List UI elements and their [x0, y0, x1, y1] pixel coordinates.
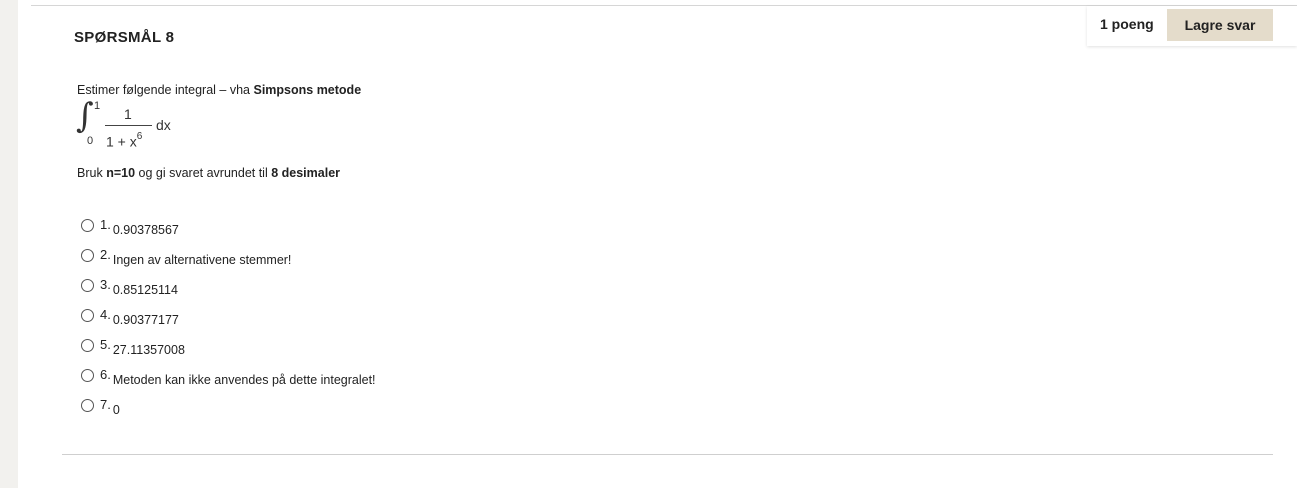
answer-option-1[interactable]: 1. 0.90378567	[81, 216, 376, 246]
integral-sign: ∫	[76, 96, 94, 136]
denominator-base: 1 + x	[106, 133, 137, 150]
option-number: 1.	[100, 217, 111, 232]
instruction-decimals: 8 desimaler	[271, 166, 341, 180]
answer-option-4[interactable]: 4. 0.90377177	[81, 306, 376, 336]
integral-differential: dx	[156, 117, 171, 133]
prompt-text: Estimer følgende integral – vha	[77, 83, 254, 97]
option-number: 4.	[100, 307, 111, 322]
option-text: Ingen av alternativene stemmer!	[112, 253, 292, 267]
fraction-bar	[105, 125, 152, 126]
option-text: 0.90377177	[112, 313, 179, 327]
answer-option-6[interactable]: 6. Metoden kan ikke anvendes på dette in…	[81, 366, 376, 396]
save-answer-button[interactable]: Lagre svar	[1167, 9, 1273, 41]
card-bottom-divider	[62, 454, 1273, 455]
integral-lower-limit: 0	[87, 135, 94, 147]
radio-button[interactable]	[81, 339, 94, 352]
denominator-exponent: 6	[136, 131, 143, 142]
instruction-n: n=10	[106, 166, 136, 180]
option-text: 0	[112, 403, 120, 417]
option-text: 0.85125114	[112, 283, 178, 297]
radio-button[interactable]	[81, 279, 94, 292]
radio-button[interactable]	[81, 219, 94, 232]
radio-button[interactable]	[81, 309, 94, 322]
radio-button[interactable]	[81, 399, 94, 412]
option-number: 3.	[100, 277, 111, 292]
option-number: 2.	[100, 247, 111, 262]
option-number: 7.	[100, 397, 111, 412]
radio-button[interactable]	[81, 369, 94, 382]
option-text: 0.90378567	[112, 223, 179, 237]
integral-upper-limit: 1	[94, 100, 101, 112]
integral-formula: ∫ 1 0 1 1 + x6 dx	[76, 96, 196, 152]
left-sidebar-rail	[0, 0, 18, 488]
radio-button[interactable]	[81, 249, 94, 262]
answer-option-5[interactable]: 5. 27.11357008	[81, 336, 376, 366]
option-text: Metoden kan ikke anvendes på dette integ…	[112, 373, 376, 387]
question-title: SPØRSMÅL 8	[74, 29, 175, 46]
points-label: 1 poeng	[1100, 16, 1154, 32]
question-instruction: Bruk n=10 og gi svaret avrundet til 8 de…	[77, 166, 340, 180]
instruction-text-1: Bruk	[77, 166, 107, 180]
prompt-method: Simpsons metode	[253, 83, 362, 97]
option-text: 27.11357008	[112, 343, 185, 357]
option-number: 6.	[100, 367, 111, 382]
question-prompt: Estimer følgende integral – vha Simpsons…	[77, 83, 361, 97]
instruction-text-2: og gi svaret avrundet til	[135, 166, 272, 180]
answer-options: 1. 0.90378567 2. Ingen av alternativene …	[81, 216, 376, 426]
answer-option-3[interactable]: 3. 0.85125114	[81, 276, 376, 306]
answer-option-2[interactable]: 2. Ingen av alternativene stemmer!	[81, 246, 376, 276]
option-number: 5.	[100, 337, 111, 352]
fraction-denominator: 1 + x6	[106, 131, 143, 150]
fraction-numerator: 1	[124, 106, 132, 122]
answer-option-7[interactable]: 7. 0	[81, 396, 376, 426]
